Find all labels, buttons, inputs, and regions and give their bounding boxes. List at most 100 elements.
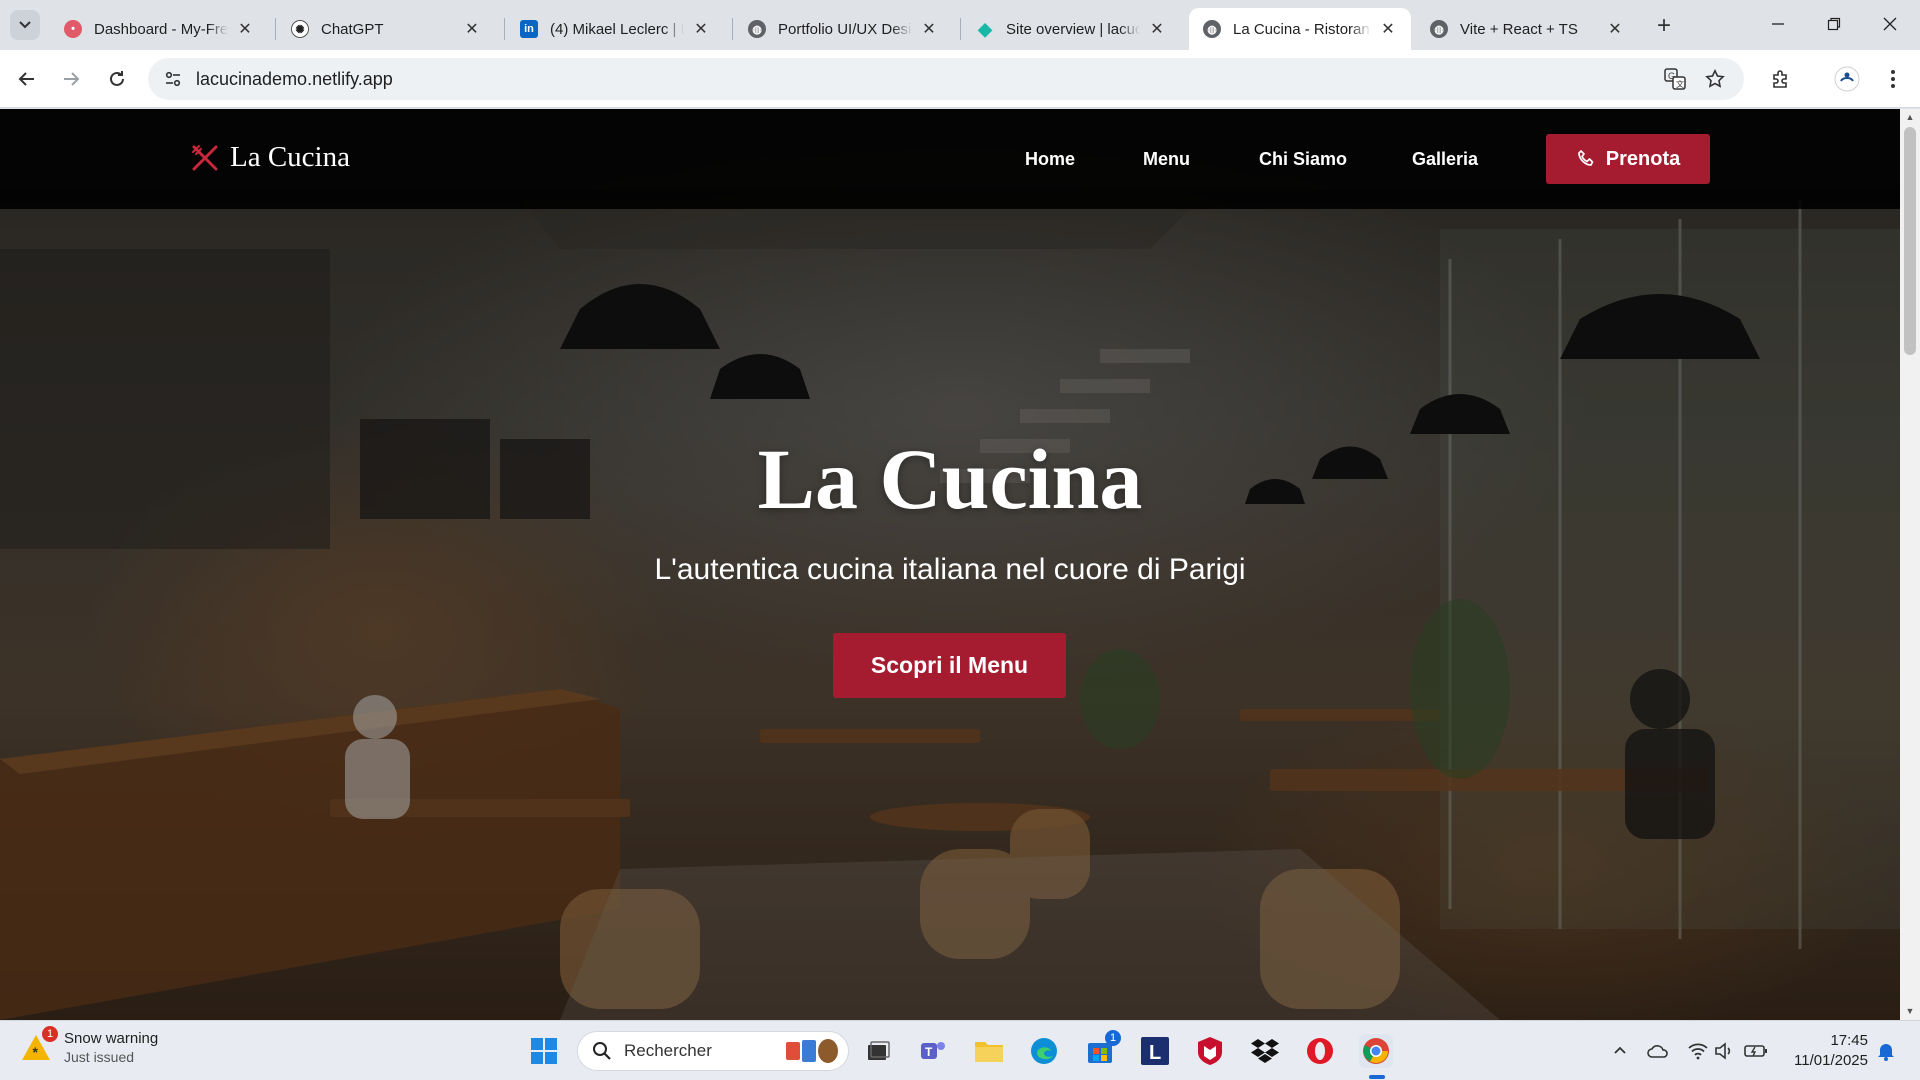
browser-tab-5-active[interactable]: ◍ La Cucina - Ristorant ✕	[1189, 8, 1411, 50]
close-icon	[1883, 17, 1897, 31]
close-icon[interactable]: ✕	[1379, 20, 1397, 38]
linkedin-icon: in	[520, 20, 538, 38]
volume-tray[interactable]	[1712, 1039, 1736, 1063]
file-explorer-app[interactable]	[972, 1034, 1006, 1068]
restore-icon	[1827, 17, 1841, 31]
windows-logo-icon	[531, 1038, 557, 1064]
back-button[interactable]	[12, 64, 42, 94]
task-view-button[interactable]	[861, 1034, 895, 1068]
url-text[interactable]: lacucinademo.netlify.app	[196, 69, 393, 90]
opera-app[interactable]	[1303, 1034, 1337, 1068]
edge-app[interactable]	[1027, 1034, 1061, 1068]
l-letter-icon: L	[1141, 1037, 1169, 1065]
browser-tab-1[interactable]: ✺ ChatGPT ✕	[277, 8, 495, 50]
close-icon[interactable]: ✕	[1606, 20, 1624, 38]
bell-icon	[1878, 1044, 1894, 1061]
hero-title: La Cucina	[757, 431, 1143, 527]
tab-title: Site overview | lacuci	[1006, 20, 1140, 38]
weather-widget[interactable]: * 1 Snow warning Just issued	[20, 1026, 159, 1067]
browser-tab-4[interactable]: ◆ Site overview | lacuci ✕	[962, 8, 1180, 50]
active-app-indicator	[1369, 1075, 1385, 1079]
cloud-icon	[1647, 1045, 1668, 1058]
close-window-button[interactable]	[1862, 0, 1918, 48]
globe-icon: ◍	[1430, 20, 1448, 38]
mcafee-app[interactable]	[1193, 1034, 1227, 1068]
globe-icon: ◍	[748, 20, 766, 38]
chrome-app[interactable]	[1359, 1034, 1393, 1068]
svg-text:*: *	[33, 1044, 39, 1060]
clock-time: 17:45	[1830, 1032, 1868, 1049]
address-bar[interactable]: lacucinademo.netlify.app G文	[148, 58, 1744, 100]
tab-separator	[732, 18, 733, 40]
tab-favicon: •	[64, 20, 82, 38]
clock-date: 11/01/2025	[1794, 1052, 1868, 1069]
battery-tray[interactable]	[1744, 1039, 1768, 1063]
browser-tab-2[interactable]: in (4) Mikael Leclerc | Li ✕	[506, 8, 724, 50]
reload-icon	[110, 71, 124, 86]
restore-button[interactable]	[1806, 0, 1862, 48]
search-placeholder: Rechercher	[624, 1041, 712, 1060]
wifi-icon	[1688, 1043, 1708, 1060]
browser-toolbar: lacucinademo.netlify.app G文	[0, 50, 1920, 108]
battery-charging-icon	[1744, 1045, 1767, 1057]
svg-text:L: L	[1149, 1042, 1161, 1064]
browser-tab-6[interactable]: ◍ Vite + React + TS ✕	[1416, 8, 1638, 50]
scroll-down-arrow-icon[interactable]: ▼	[1904, 1005, 1916, 1017]
close-icon[interactable]: ✕	[692, 20, 710, 38]
arrow-left-icon	[18, 72, 34, 86]
browser-tab-0[interactable]: • Dashboard - My-Free ✕	[50, 8, 268, 50]
bookmark-star-icon[interactable]	[1704, 68, 1726, 90]
start-button[interactable]	[527, 1034, 561, 1068]
onedrive-tray[interactable]	[1646, 1039, 1670, 1063]
tab-separator	[504, 18, 505, 40]
weather-badge: 1	[42, 1026, 58, 1042]
translate-icon[interactable]: G文	[1664, 68, 1686, 90]
tab-title: (4) Mikael Leclerc | Li	[550, 20, 684, 38]
site-settings-icon[interactable]	[162, 68, 184, 90]
scroll-up-arrow-icon[interactable]: ▲	[1904, 111, 1916, 123]
system-clock[interactable]: 17:45 11/01/2025	[1784, 1031, 1868, 1071]
teams-app[interactable]: T	[916, 1034, 950, 1068]
minimize-button[interactable]	[1750, 0, 1806, 48]
folder-icon	[975, 1042, 1003, 1062]
browser-menu-button[interactable]	[1878, 64, 1908, 94]
extensions-button[interactable]	[1766, 64, 1796, 94]
reload-button[interactable]	[102, 64, 132, 94]
show-hidden-icons-button[interactable]	[1608, 1039, 1632, 1063]
tab-separator	[960, 18, 961, 40]
netlify-icon: ◆	[978, 18, 992, 39]
windows-taskbar: * 1 Snow warning Just issued Rechercher …	[0, 1020, 1920, 1080]
tab-title: Vite + React + TS	[1460, 20, 1578, 38]
tab-search-button[interactable]	[10, 10, 40, 40]
more-vertical-icon	[1891, 70, 1895, 88]
close-icon[interactable]: ✕	[1148, 20, 1166, 38]
page-scrollbar[interactable]: ▲ ▼	[1900, 109, 1920, 1020]
wifi-tray[interactable]	[1686, 1039, 1710, 1063]
forward-button[interactable]	[56, 64, 86, 94]
l-app[interactable]: L	[1138, 1034, 1172, 1068]
microsoft-store-app[interactable]: 1	[1083, 1030, 1121, 1068]
chevron-up-icon	[1614, 1046, 1626, 1054]
puzzle-icon	[1773, 70, 1787, 88]
search-icon	[593, 1042, 611, 1060]
tab-title: Portfolio UI/UX Desig	[778, 20, 912, 38]
shield-icon	[1198, 1037, 1222, 1065]
new-tab-button[interactable]: +	[1650, 12, 1678, 40]
close-icon[interactable]: ✕	[236, 20, 254, 38]
scrollbar-thumb[interactable]	[1904, 127, 1916, 355]
scopri-menu-button[interactable]: Scopri il Menu	[833, 633, 1066, 698]
tab-strip: • Dashboard - My-Free ✕ ✺ ChatGPT ✕ in (…	[0, 0, 1920, 50]
taskbar-search[interactable]: Rechercher	[577, 1031, 849, 1071]
tab-title: Dashboard - My-Free	[94, 20, 228, 38]
tab-title: ChatGPT	[321, 20, 384, 38]
browser-tab-3[interactable]: ◍ Portfolio UI/UX Desig ✕	[734, 8, 952, 50]
close-icon[interactable]: ✕	[920, 20, 938, 38]
dropbox-app[interactable]	[1248, 1034, 1282, 1068]
page-viewport: La Cucina Home Menu Chi Siamo Galleria P…	[0, 109, 1900, 1020]
profile-avatar[interactable]	[1832, 64, 1862, 94]
tab-separator	[275, 18, 276, 40]
close-icon[interactable]: ✕	[463, 20, 481, 38]
notifications-button[interactable]	[1874, 1039, 1898, 1063]
weather-title: Snow warning	[64, 1030, 159, 1047]
chevron-down-icon	[19, 21, 31, 29]
